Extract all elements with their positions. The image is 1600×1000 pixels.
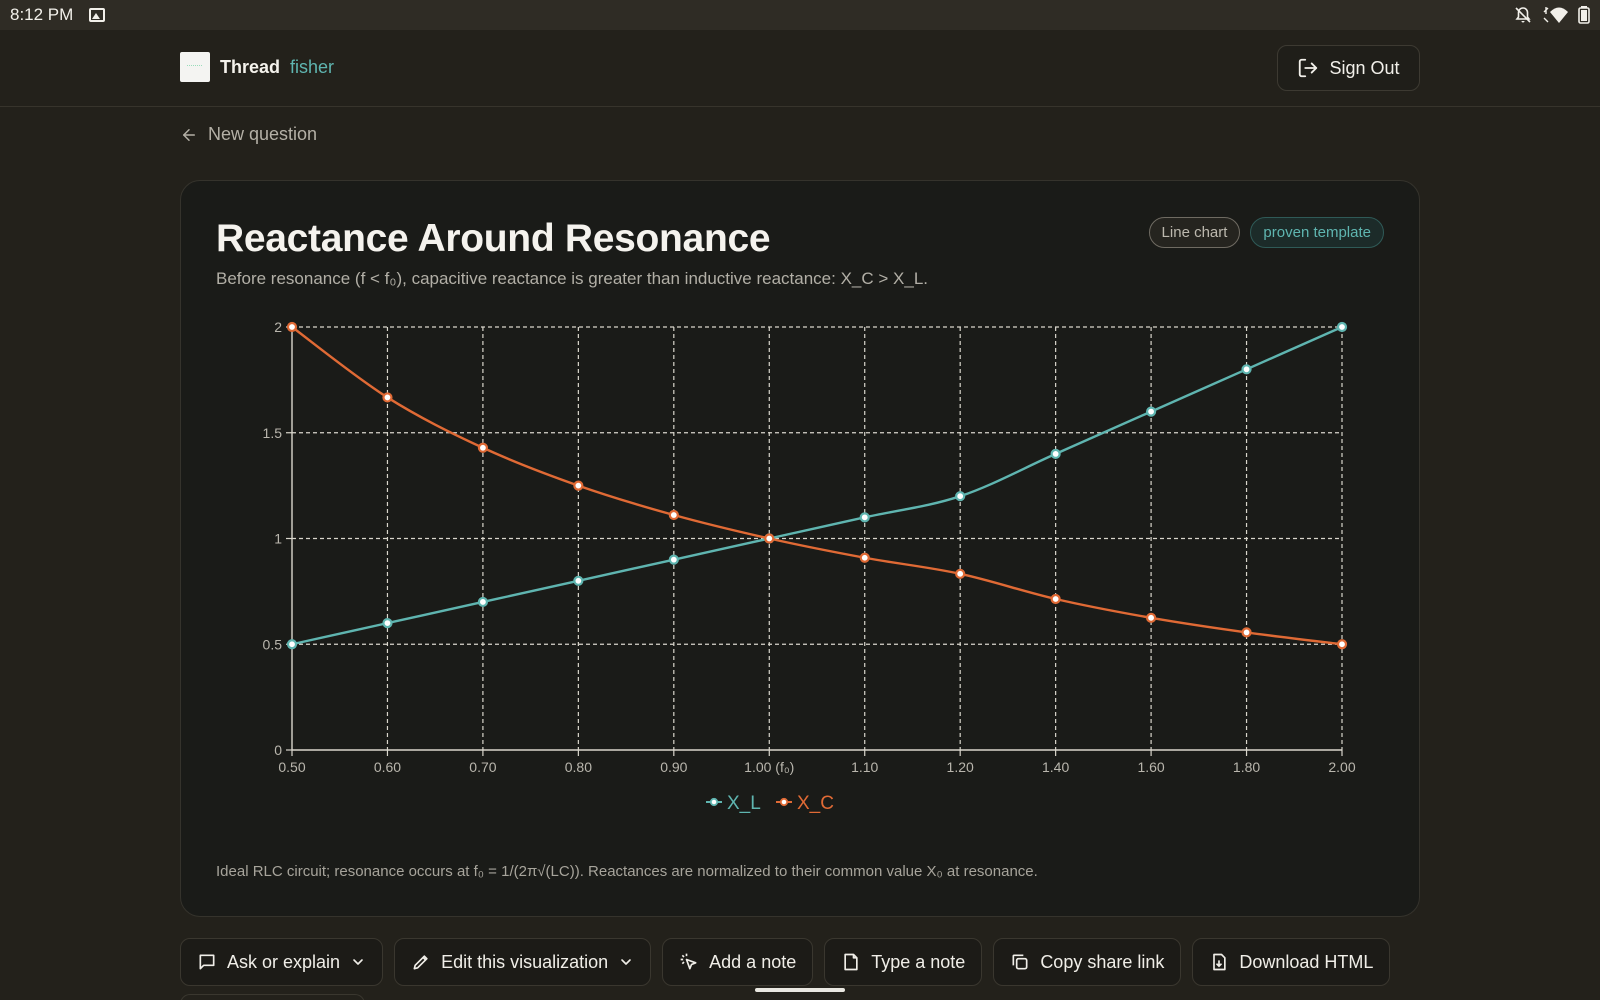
- copy-share-link-button[interactable]: Copy share link: [993, 938, 1182, 986]
- note-icon: [844, 953, 858, 971]
- x-tick-label: 0.80: [565, 759, 592, 775]
- data-point-x-c: [286, 321, 298, 333]
- download-html-label: Download HTML: [1239, 951, 1374, 972]
- x-tick-label: 1.60: [1137, 759, 1164, 775]
- edit-this-visualization-button[interactable]: Edit this visualization: [394, 938, 652, 986]
- legend-marker-dot-x-c: [779, 797, 789, 807]
- data-point-x-c: [764, 533, 775, 544]
- sign-out-icon: [1299, 58, 1318, 78]
- data-point-x-l: [859, 512, 870, 523]
- legend-label-x-l: X_L: [727, 793, 761, 814]
- download-file-icon: [1213, 953, 1227, 971]
- data-point-x-c: [955, 568, 966, 579]
- data-point-x-l: [286, 639, 298, 650]
- chart-footnote: Ideal RLC circuit; resonance occurs at f…: [216, 863, 1038, 880]
- x-tick-label: 0.50: [278, 759, 305, 775]
- x-tick-label: 0.90: [660, 759, 687, 775]
- data-point-x-l: [955, 491, 966, 502]
- action-bar: Ask or explain Edit this visualization Add…: [180, 938, 1391, 986]
- notifications-off-icon: [1515, 7, 1531, 23]
- series-line-x-c: [291, 326, 1343, 646]
- data-point-x-l: [477, 596, 489, 608]
- data-point-x-c: [1050, 593, 1061, 605]
- series-line-x-l: [291, 325, 1343, 646]
- x-tick-label: 0.70: [469, 759, 496, 775]
- add-a-note-label: Add a note: [709, 951, 797, 972]
- chevron-down-icon: [353, 959, 363, 965]
- wifi-icon: [1543, 7, 1568, 23]
- data-point-x-c: [573, 480, 584, 491]
- y-tick-label: 0.5: [263, 636, 283, 652]
- download-html-button[interactable]: Download HTML: [1192, 938, 1391, 986]
- data-point-x-c: [668, 509, 679, 521]
- new-question-label: New question: [208, 124, 318, 144]
- data-point-x-l: [573, 575, 584, 586]
- data-point-x-c: [1145, 612, 1157, 623]
- data-point-x-l: [382, 618, 393, 629]
- data-point-x-l: [1336, 321, 1348, 333]
- overflow-button[interactable]: [180, 994, 365, 1000]
- pointer-click-icon: [680, 953, 697, 970]
- y-tick-label: 2: [274, 319, 282, 335]
- new-question-link[interactable]: New question: [180, 124, 317, 145]
- gallery-icon: [89, 8, 106, 22]
- app-header: Thread fisher Sign Out: [0, 30, 1600, 107]
- type-a-note-label: Type a note: [871, 951, 966, 972]
- app-name: Thread: [220, 56, 281, 77]
- visualization-card: Reactance Around Resonance Before resona…: [180, 180, 1420, 917]
- username: fisher: [290, 56, 335, 77]
- sign-out-label: Sign Out: [1329, 57, 1400, 78]
- copy-icon: [1012, 954, 1028, 970]
- data-point-x-c: [382, 392, 393, 403]
- x-tick-label: 0.60: [374, 759, 401, 775]
- legend-marker-dot-x-l: [709, 797, 719, 807]
- line-chart[interactable]: 0 0.5 1 1.5 2 0.50 0.60 0.70 0.80 0.90 1.00 (f₀) 1.…: [181, 181, 1421, 861]
- copy-share-link-label: Copy share link: [1040, 951, 1165, 972]
- x-tick-label: 1.20: [947, 759, 974, 775]
- data-point-x-c: [1336, 639, 1348, 650]
- edit-this-visualization-label: Edit this visualization: [441, 951, 609, 972]
- y-tick-label: 1.5: [263, 425, 283, 441]
- brand[interactable]: Thread fisher: [180, 52, 334, 82]
- data-point-x-c: [477, 442, 489, 453]
- y-tick-label: 0: [274, 742, 282, 758]
- chevron-down-icon: [621, 959, 631, 965]
- ask-or-explain-label: Ask or explain: [227, 951, 341, 972]
- data-point-x-l: [1050, 448, 1061, 459]
- arrow-left-icon: [183, 128, 195, 141]
- x-tick-label: 1.40: [1042, 759, 1069, 775]
- legend-label-x-c: X_C: [797, 793, 834, 814]
- status-bar: 8:12 PM: [0, 0, 1600, 30]
- x-tick-label: 1.00 (f₀): [744, 759, 794, 775]
- x-tick-label: 1.10: [851, 759, 878, 775]
- data-point-x-c: [1241, 627, 1252, 638]
- data-point-x-l: [668, 554, 679, 565]
- type-a-note-button[interactable]: Type a note: [824, 938, 983, 986]
- data-point-x-c: [859, 552, 870, 563]
- x-tick-label: 2.00: [1328, 759, 1355, 775]
- add-a-note-button[interactable]: Add a note: [662, 938, 814, 986]
- pencil-icon: [413, 955, 428, 970]
- app-logo: [180, 52, 210, 82]
- data-point-x-l: [1241, 364, 1252, 375]
- status-time: 8:12 PM: [10, 5, 74, 24]
- ask-or-explain-button[interactable]: Ask or explain: [180, 938, 384, 986]
- x-tick-label: 1.80: [1233, 759, 1260, 775]
- battery-icon: [1578, 6, 1590, 24]
- home-indicator[interactable]: [755, 988, 845, 992]
- chat-icon: [199, 954, 215, 970]
- y-tick-label: 1: [274, 531, 282, 547]
- status-icons: [1514, 6, 1590, 24]
- data-point-x-l: [1145, 406, 1157, 417]
- sign-out-button[interactable]: Sign Out: [1277, 45, 1420, 91]
